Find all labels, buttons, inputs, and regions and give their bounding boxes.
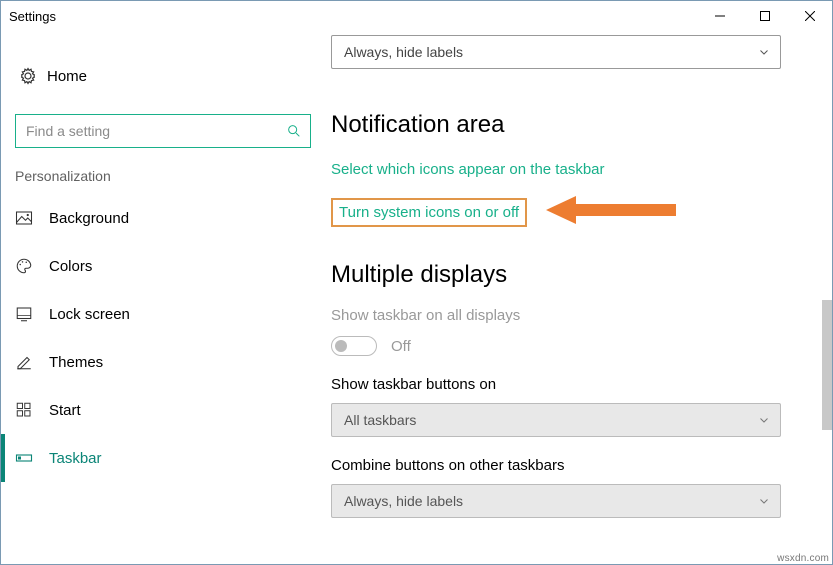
sidebar-item-label: Start	[49, 402, 81, 419]
picture-icon	[15, 209, 49, 227]
system-icons-link[interactable]: Turn system icons on or off	[339, 204, 519, 221]
start-icon	[15, 401, 49, 419]
gear-icon	[19, 67, 47, 85]
dropdown-value: Always, hide labels	[344, 44, 758, 60]
sidebar-item-label: Background	[49, 210, 129, 227]
palette-icon	[15, 257, 49, 275]
window-title: Settings	[9, 9, 56, 24]
combine-other-dropdown[interactable]: Always, hide labels	[331, 484, 781, 518]
close-button[interactable]	[787, 1, 832, 31]
sidebar-item-lockscreen[interactable]: Lock screen	[1, 290, 331, 338]
home-label: Home	[47, 68, 87, 85]
show-buttons-on-label: Show taskbar buttons on	[331, 376, 812, 393]
chevron-down-icon	[758, 46, 770, 58]
system-icons-link-highlight: Turn system icons on or off	[331, 198, 527, 227]
search-icon	[286, 123, 302, 139]
search-placeholder: Find a setting	[26, 123, 286, 139]
sidebar-item-label: Lock screen	[49, 306, 130, 323]
sidebar-item-label: Themes	[49, 354, 103, 371]
show-all-displays-toggle	[331, 336, 377, 356]
annotation-arrow-icon	[546, 192, 691, 228]
home-nav[interactable]: Home	[1, 56, 331, 96]
show-all-displays-value: Off	[391, 338, 411, 355]
sidebar-item-background[interactable]: Background	[1, 194, 331, 242]
titlebar: Settings	[1, 1, 832, 31]
select-icons-link[interactable]: Select which icons appear on the taskbar	[331, 161, 605, 178]
sidebar-item-start[interactable]: Start	[1, 386, 331, 434]
scrollbar-thumb[interactable]	[822, 300, 832, 430]
sidebar-item-colors[interactable]: Colors	[1, 242, 331, 290]
sidebar-item-themes[interactable]: Themes	[1, 338, 331, 386]
dropdown-value: All taskbars	[344, 412, 758, 428]
taskbar-icon	[15, 449, 49, 467]
settings-window: Settings Home Find a setting	[0, 0, 833, 565]
dropdown-value: Always, hide labels	[344, 493, 758, 509]
sidebar-item-label: Colors	[49, 258, 92, 275]
content: Home Find a setting Personalization Back…	[1, 31, 832, 564]
show-buttons-dropdown[interactable]: All taskbars	[331, 403, 781, 437]
maximize-button[interactable]	[742, 1, 787, 31]
maximize-icon	[760, 11, 770, 21]
combine-other-label: Combine buttons on other taskbars	[331, 457, 812, 474]
show-all-displays-label: Show taskbar on all displays	[331, 307, 812, 324]
chevron-down-icon	[758, 414, 770, 426]
category-label: Personalization	[1, 168, 331, 184]
multiple-displays-heading: Multiple displays	[331, 261, 812, 289]
chevron-down-icon	[758, 495, 770, 507]
sidebar-item-taskbar[interactable]: Taskbar	[1, 434, 331, 482]
sidebar-item-label: Taskbar	[49, 450, 102, 467]
watermark: wsxdn.com	[777, 553, 829, 564]
sidebar: Home Find a setting Personalization Back…	[1, 31, 331, 564]
notification-area-heading: Notification area	[331, 111, 812, 139]
main-panel: Always, hide labels Notification area Se…	[331, 31, 832, 564]
minimize-button[interactable]	[697, 1, 742, 31]
close-icon	[805, 11, 815, 21]
minimize-icon	[715, 11, 725, 21]
search-input[interactable]: Find a setting	[15, 114, 311, 148]
lock-screen-icon	[15, 305, 49, 323]
themes-icon	[15, 353, 49, 371]
combine-taskbar-dropdown-top[interactable]: Always, hide labels	[331, 35, 781, 69]
